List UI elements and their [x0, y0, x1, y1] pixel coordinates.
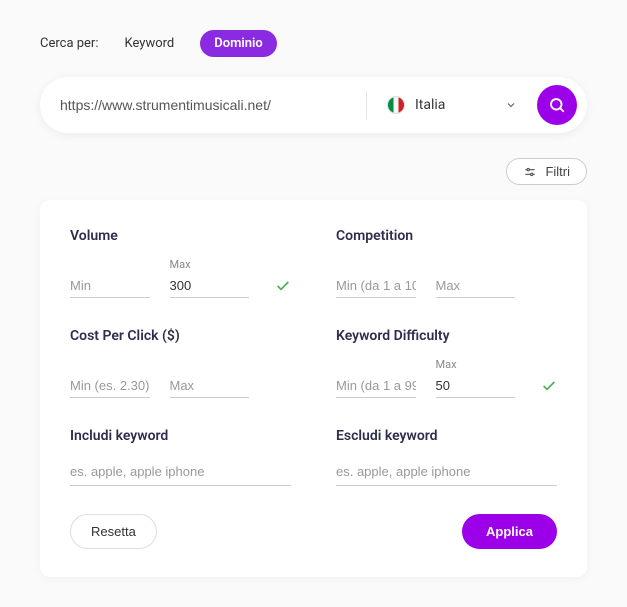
top-actions: Filtri: [40, 158, 587, 185]
search-type-domain[interactable]: Dominio: [200, 30, 277, 57]
panel-actions: Resetta Applica: [70, 514, 557, 549]
filter-include: Includi keyword: [70, 428, 291, 486]
volume-max-label: Max: [170, 258, 250, 272]
search-bar: Italia: [40, 77, 587, 133]
filter-volume-title: Volume: [70, 228, 291, 244]
sliders-icon: [523, 165, 537, 179]
filter-include-title: Includi keyword: [70, 428, 291, 444]
filter-cpc-title: Cost Per Click ($): [70, 328, 291, 344]
filter-toggle-button[interactable]: Filtri: [506, 158, 587, 185]
italy-flag-icon: [387, 96, 405, 114]
filter-exclude-title: Escludi keyword: [336, 428, 557, 444]
volume-max-input[interactable]: [170, 274, 250, 298]
search-type-label: Cerca per:: [40, 36, 99, 51]
search-type-row: Cerca per: Keyword Dominio: [40, 30, 587, 57]
competition-max-input[interactable]: [436, 274, 516, 298]
filter-competition: Competition: [336, 228, 557, 298]
filter-panel: Volume Max Competition: [40, 200, 587, 577]
filter-difficulty-title: Keyword Difficulty: [336, 328, 557, 344]
search-icon: [548, 96, 566, 114]
difficulty-min-input[interactable]: [336, 374, 416, 398]
filter-exclude: Escludi keyword: [336, 428, 557, 486]
search-type-keyword[interactable]: Keyword: [111, 30, 189, 57]
include-keyword-input[interactable]: [70, 458, 291, 486]
competition-min-input[interactable]: [336, 274, 416, 298]
difficulty-max-input[interactable]: [436, 374, 516, 398]
country-select[interactable]: Italia: [377, 96, 527, 114]
filter-toggle-label: Filtri: [545, 164, 570, 179]
filter-grid: Volume Max Competition: [70, 228, 557, 486]
exclude-keyword-input[interactable]: [336, 458, 557, 486]
cpc-min-input[interactable]: [70, 374, 150, 398]
search-input[interactable]: [60, 97, 356, 113]
cpc-max-input[interactable]: [170, 374, 250, 398]
chevron-down-icon: [505, 99, 517, 111]
filter-volume: Volume Max: [70, 228, 291, 298]
check-icon: [541, 378, 557, 394]
filter-cpc: Cost Per Click ($): [70, 328, 291, 398]
apply-button[interactable]: Applica: [462, 514, 557, 549]
filter-competition-title: Competition: [336, 228, 557, 244]
search-divider: [366, 91, 367, 119]
country-name: Italia: [415, 97, 495, 113]
volume-min-input[interactable]: [70, 274, 150, 298]
filter-difficulty: Keyword Difficulty Max: [336, 328, 557, 398]
check-icon: [275, 278, 291, 294]
reset-button[interactable]: Resetta: [70, 514, 157, 549]
difficulty-max-label: Max: [436, 358, 516, 372]
search-button[interactable]: [537, 85, 577, 125]
